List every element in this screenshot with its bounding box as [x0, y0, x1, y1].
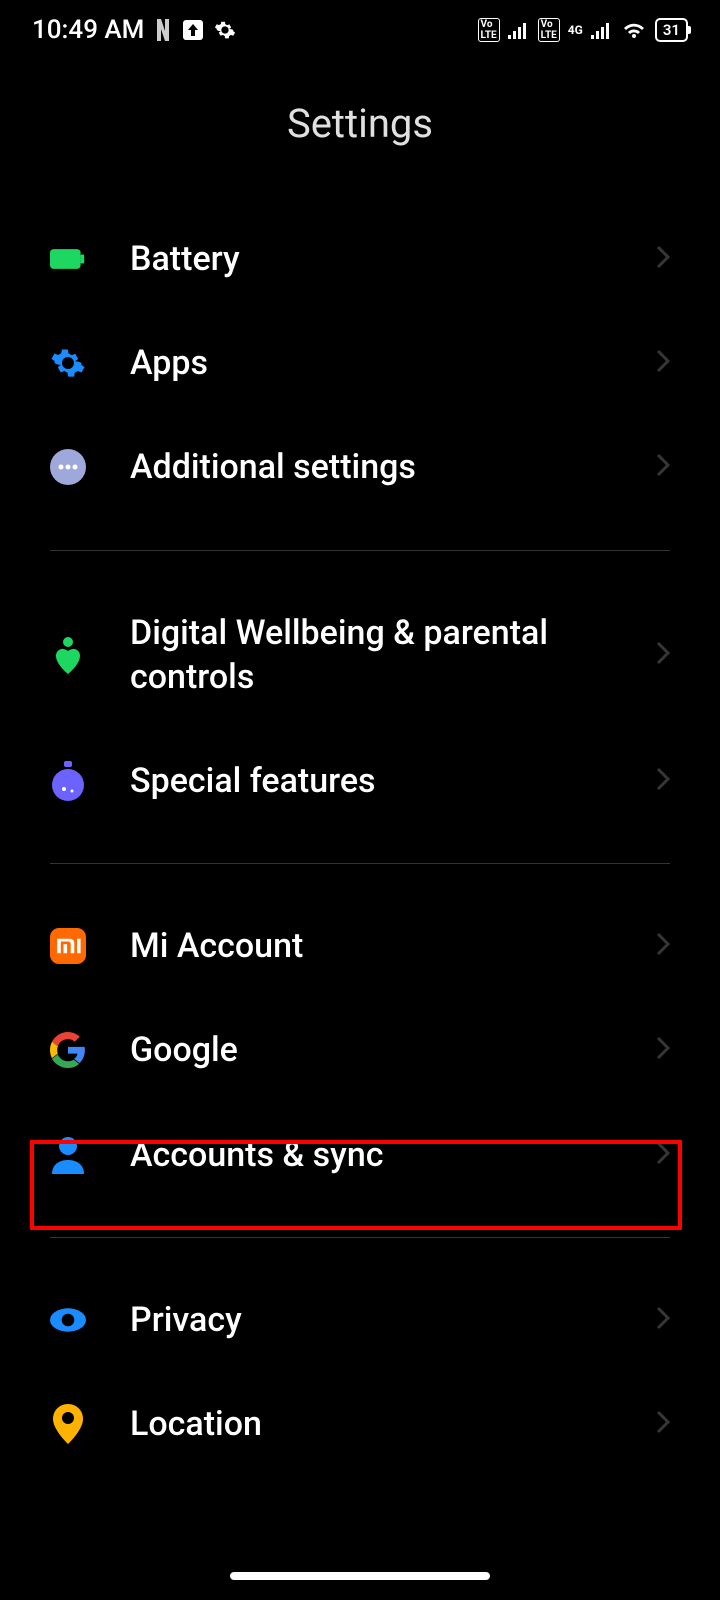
- apps-label: Apps: [130, 341, 612, 385]
- chevron-right-icon: [656, 767, 670, 795]
- partial-row-top: [0, 177, 720, 207]
- settings-list: Battery Apps Additional settings Digital…: [0, 207, 720, 1476]
- chevron-right-icon: [656, 1141, 670, 1169]
- chevron-right-icon: [656, 245, 670, 273]
- battery-label: Battery: [130, 237, 612, 281]
- google-label: Google: [130, 1028, 612, 1072]
- page-title: Settings: [0, 60, 720, 177]
- status-right: VoLTE VoLTE 4G 31: [478, 18, 688, 42]
- upload-icon: [182, 19, 204, 41]
- divider: [50, 863, 670, 864]
- settings-row-special[interactable]: Special features: [50, 729, 670, 833]
- chevron-right-icon: [656, 932, 670, 960]
- status-bar: 10:49 AM VoLTE VoLTE 4G 31: [0, 0, 720, 60]
- apps-icon: [50, 345, 86, 381]
- settings-row-accounts-sync[interactable]: Accounts & sync: [50, 1103, 670, 1207]
- settings-row-mi-account[interactable]: Mi Account: [50, 894, 670, 998]
- volte-icon-2: VoLTE: [538, 18, 560, 42]
- mi-account-label: Mi Account: [130, 924, 612, 968]
- location-label: Location: [130, 1402, 612, 1446]
- battery-indicator: 31: [655, 18, 688, 42]
- accounts-sync-icon: [50, 1137, 86, 1173]
- privacy-label: Privacy: [130, 1298, 612, 1342]
- gear-icon: [214, 19, 236, 41]
- home-indicator[interactable]: [230, 1572, 490, 1580]
- accounts-sync-label: Accounts & sync: [130, 1133, 612, 1177]
- settings-row-google[interactable]: Google: [50, 998, 670, 1102]
- signal-icon-1: [508, 21, 530, 39]
- settings-row-privacy[interactable]: Privacy: [50, 1268, 670, 1372]
- more-icon: [50, 449, 86, 485]
- privacy-icon: [50, 1302, 86, 1338]
- chevron-right-icon: [656, 1410, 670, 1438]
- settings-row-wellbeing[interactable]: Digital Wellbeing & parental controls: [50, 581, 670, 729]
- status-time: 10:49 AM: [32, 15, 144, 45]
- location-icon: [50, 1406, 86, 1442]
- battery-icon: [50, 241, 86, 277]
- signal-icon-2: [591, 21, 613, 39]
- chevron-right-icon: [656, 349, 670, 377]
- wellbeing-label: Digital Wellbeing & parental controls: [130, 611, 612, 699]
- divider: [50, 1237, 670, 1238]
- chevron-right-icon: [656, 453, 670, 481]
- settings-row-additional[interactable]: Additional settings: [50, 415, 670, 519]
- additional-label: Additional settings: [130, 445, 612, 489]
- google-icon: [50, 1032, 86, 1068]
- divider: [50, 550, 670, 551]
- status-left: 10:49 AM: [32, 15, 236, 45]
- netflix-icon: [154, 19, 172, 41]
- settings-row-location[interactable]: Location: [50, 1372, 670, 1476]
- volte-icon-1: VoLTE: [478, 18, 500, 42]
- settings-row-apps[interactable]: Apps: [50, 311, 670, 415]
- settings-row-battery[interactable]: Battery: [50, 207, 670, 311]
- mi-icon: [50, 928, 86, 964]
- wifi-icon: [621, 20, 647, 40]
- special-features-icon: [50, 763, 86, 799]
- special-features-label: Special features: [130, 759, 612, 803]
- wellbeing-icon: [50, 637, 86, 673]
- chevron-right-icon: [656, 1036, 670, 1064]
- chevron-right-icon: [656, 641, 670, 669]
- network-4g-label: 4G: [568, 24, 583, 36]
- chevron-right-icon: [656, 1306, 670, 1334]
